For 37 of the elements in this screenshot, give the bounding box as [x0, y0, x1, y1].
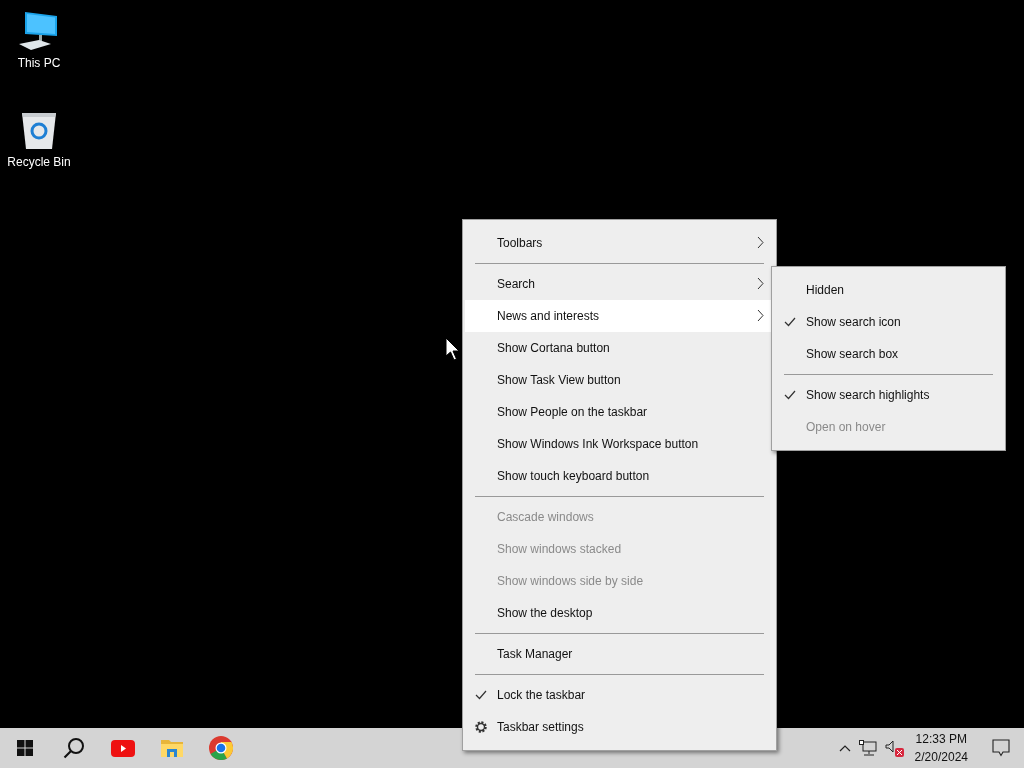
speaker-muted-icon[interactable] — [884, 739, 905, 757]
menu-item[interactable]: News and interests — [465, 300, 774, 332]
menu-item[interactable]: Show touch keyboard button — [465, 460, 774, 492]
menu-item[interactable]: Taskbar settings — [465, 711, 774, 743]
menu-item[interactable]: Show search icon — [774, 306, 1003, 338]
chevron-right-icon — [757, 236, 764, 249]
menu-item[interactable]: Show the desktop — [465, 597, 774, 629]
search-icon[interactable] — [62, 737, 85, 759]
menu-item[interactable]: Show search highlights — [774, 379, 1003, 411]
clock-date[interactable]: 2/20/2024 — [914, 748, 968, 766]
menu-item[interactable]: Show People on the taskbar — [465, 396, 774, 428]
checkmark-icon — [784, 390, 796, 400]
desktop-icon-label[interactable]: This PC — [17, 56, 61, 70]
menu-item[interactable]: Show search box — [774, 338, 1003, 370]
menu-item[interactable]: Show Task View button — [465, 364, 774, 396]
desktop-icon-label[interactable]: Recycle Bin — [7, 155, 71, 169]
mouse-pointer-icon — [445, 337, 461, 361]
checkmark-icon — [784, 317, 796, 327]
play-button-icon[interactable] — [110, 739, 135, 757]
menu-item[interactable]: Show Cortana button — [465, 332, 774, 364]
menu-item[interactable]: Search — [465, 268, 774, 300]
checkmark-icon — [475, 690, 487, 700]
chevron-right-icon — [757, 309, 764, 322]
folder-icon[interactable] — [160, 738, 183, 758]
network-icon[interactable] — [858, 740, 877, 756]
chevron-up-icon[interactable] — [838, 744, 851, 752]
menu-item[interactable]: Lock the taskbar — [465, 679, 774, 711]
menu-item[interactable]: Hidden — [774, 274, 1003, 306]
chevron-right-icon — [757, 277, 764, 290]
browser-icon[interactable] — [208, 736, 233, 760]
menu-item[interactable]: Toolbars — [465, 227, 774, 259]
menu-item[interactable]: Show Windows Ink Workspace button — [465, 428, 774, 460]
clock-time[interactable]: 12:33 PM — [915, 730, 967, 748]
windows-logo-icon[interactable] — [16, 740, 33, 756]
menu-item[interactable]: Task Manager — [465, 638, 774, 670]
settings-icon — [474, 720, 488, 734]
notification-icon[interactable] — [992, 739, 1010, 757]
